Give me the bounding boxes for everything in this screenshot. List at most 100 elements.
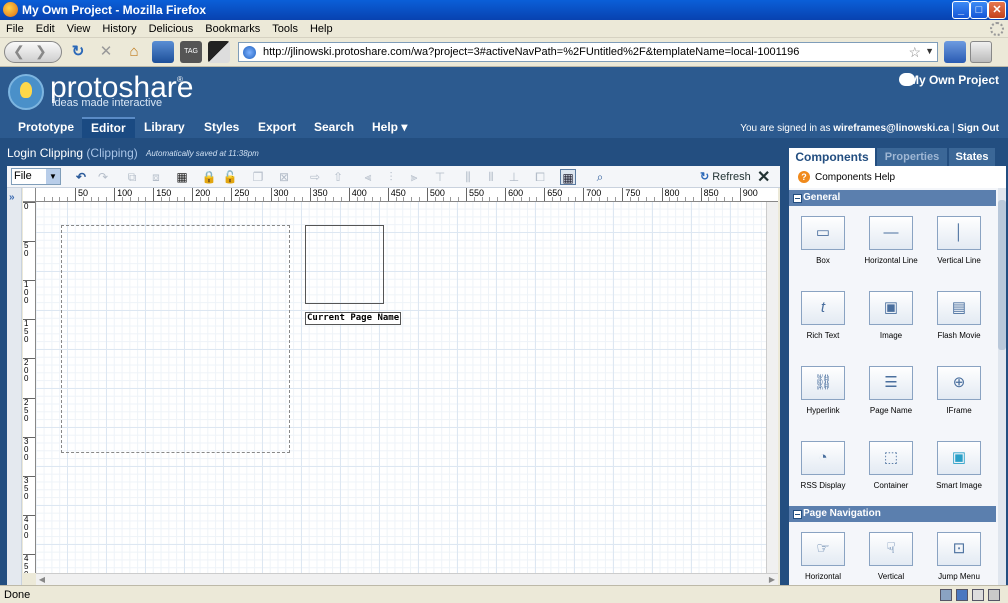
align-top-icon[interactable]: ⊤ xyxy=(432,169,448,185)
filmstrip-icon[interactable]: ▦ xyxy=(174,169,190,185)
chevron-down-icon[interactable]: ▼ xyxy=(46,169,60,184)
size-icon[interactable]: ⧠ xyxy=(532,169,548,185)
horizontal-ruler: 50 100 150 200 250 300 350 400 450 500 550 600 650 70… xyxy=(36,188,778,202)
component-hyperlink[interactable]: ⛓ Hyperlink xyxy=(789,366,857,415)
edit-icon[interactable] xyxy=(970,41,992,63)
component-iframe[interactable]: ⊕ IFrame xyxy=(925,366,993,415)
component-smart-image[interactable]: ▣ Smart Image xyxy=(925,441,993,490)
menu-delicious[interactable]: Delicious xyxy=(143,20,200,35)
component-image[interactable]: ▣ Image xyxy=(857,291,925,340)
close-window-button[interactable]: ✕ xyxy=(988,1,1006,19)
signed-in-info: You are signed in as wireframes@linowski… xyxy=(740,123,999,134)
clipping-region-box[interactable] xyxy=(61,225,290,453)
image-placeholder-box[interactable] xyxy=(305,225,384,304)
component-container[interactable]: ⬚ Container xyxy=(857,441,925,490)
menu-bookmarks[interactable]: Bookmarks xyxy=(199,20,266,35)
expand-chevron-icon[interactable]: » xyxy=(9,192,15,203)
tab-library[interactable]: Library xyxy=(135,117,194,138)
app-header: protoshare ® ideas made interactive My O… xyxy=(0,67,1008,117)
tab-properties[interactable]: Properties xyxy=(877,148,947,166)
file-select[interactable]: File ▼ xyxy=(11,168,61,185)
tab-export[interactable]: Export xyxy=(249,117,305,138)
minimize-button[interactable]: _ xyxy=(952,1,970,19)
tab-search[interactable]: Search xyxy=(305,117,363,138)
component-jump-menu[interactable]: ⊡ Jump Menu xyxy=(925,532,993,581)
screenshot-icon[interactable] xyxy=(208,41,230,63)
menu-view[interactable]: View xyxy=(61,20,97,35)
url-text[interactable]: http://jlinowski.protoshare.com/wa?proje… xyxy=(263,46,799,58)
group-icon[interactable]: ⧉ xyxy=(124,169,140,185)
maximize-button[interactable]: □ xyxy=(970,1,988,19)
section-page-navigation-header[interactable]: Page Navigation xyxy=(789,506,996,522)
component-flash-movie[interactable]: ▤ Flash Movie xyxy=(925,291,993,340)
component-rich-text[interactable]: t Rich Text xyxy=(789,291,857,340)
menu-history[interactable]: History xyxy=(96,20,142,35)
menu-edit[interactable]: Edit xyxy=(30,20,61,35)
design-canvas[interactable]: Current Page Name xyxy=(36,202,778,573)
close-editor-icon[interactable]: ✕ xyxy=(757,167,770,187)
logo-registered: ® xyxy=(177,75,183,84)
horizontal-line-icon: — xyxy=(869,216,913,250)
component-label: Jump Menu xyxy=(938,572,980,581)
section-general-header[interactable]: General xyxy=(789,190,996,206)
redo-icon[interactable]: ↷ xyxy=(95,169,111,185)
component-box[interactable]: ▭ Box xyxy=(789,216,857,265)
url-bar[interactable]: http://jlinowski.protoshare.com/wa?proje… xyxy=(238,42,938,62)
delicious-icon[interactable] xyxy=(152,41,174,63)
align-left-icon[interactable]: ⫷ xyxy=(360,169,376,185)
tab-help[interactable]: Help ▾ xyxy=(363,117,416,138)
unlock-icon[interactable]: 🔓 xyxy=(222,169,238,185)
menu-help[interactable]: Help xyxy=(304,20,339,35)
canvas-vertical-scrollbar[interactable] xyxy=(766,202,778,573)
layer-icon[interactable]: ❐ xyxy=(250,169,266,185)
rich-text-icon: t xyxy=(801,291,845,325)
component-horizontal-nav[interactable]: ☞ Horizontal xyxy=(789,532,857,581)
bookmark-star-icon[interactable]: ☆ xyxy=(908,44,921,61)
back-icon[interactable]: ❮ xyxy=(13,43,25,60)
panel-scroll-thumb[interactable] xyxy=(998,200,1006,350)
panel-scrollbar[interactable] xyxy=(998,188,1006,585)
component-page-name[interactable]: ☰ Page Name xyxy=(857,366,925,415)
distribute-v-icon[interactable]: ⦀ xyxy=(483,169,499,185)
ungroup-icon[interactable]: ⧈ xyxy=(148,169,164,185)
component-vertical-nav[interactable]: ☟ Vertical xyxy=(857,532,925,581)
component-horizontal-line[interactable]: — Horizontal Line xyxy=(857,216,925,265)
project-name[interactable]: My Own Project xyxy=(909,73,999,87)
tab-states[interactable]: States xyxy=(949,148,995,166)
preview-icon[interactable]: ⌕ xyxy=(592,169,608,185)
component-vertical-line[interactable]: │ Vertical Line xyxy=(925,216,993,265)
undo-icon[interactable]: ↶ xyxy=(73,169,89,185)
delete-layer-icon[interactable]: ⊠ xyxy=(276,169,292,185)
menu-tools[interactable]: Tools xyxy=(266,20,304,35)
scroll-right-icon[interactable]: ▶ xyxy=(766,574,778,585)
canvas-horizontal-scrollbar[interactable]: ◀ ▶ xyxy=(36,573,778,585)
component-rss-display[interactable]: ◔ RSS Display xyxy=(789,441,857,490)
components-help-link[interactable]: ? Components Help xyxy=(789,166,1006,188)
tab-styles[interactable]: Styles xyxy=(195,117,248,138)
user-email: wireframes@linowski.ca xyxy=(833,123,950,134)
grid-toggle-icon[interactable]: ▦ xyxy=(560,169,576,185)
components-help-label[interactable]: Components Help xyxy=(815,172,895,183)
bring-forward-icon[interactable]: ⇨ xyxy=(307,169,323,185)
lock-icon[interactable]: 🔒 xyxy=(201,169,217,185)
home-icon[interactable]: ⌂ xyxy=(124,42,144,62)
align-center-icon[interactable]: ⫶ xyxy=(383,169,399,185)
tab-editor[interactable]: Editor xyxy=(82,117,135,138)
tag-icon[interactable]: TAG xyxy=(180,41,202,63)
refresh-button[interactable]: ↻ Refresh xyxy=(700,170,751,183)
stop-icon[interactable]: ✕ xyxy=(96,42,116,62)
current-page-name-widget[interactable]: Current Page Name xyxy=(305,312,402,325)
align-right-icon[interactable]: ⫸ xyxy=(406,169,422,185)
tab-prototype[interactable]: Prototype xyxy=(9,117,83,138)
reload-icon[interactable]: ↻ xyxy=(68,42,88,62)
scroll-left-icon[interactable]: ◀ xyxy=(36,574,48,585)
distribute-h-icon[interactable]: ⫼ xyxy=(460,169,476,185)
url-dropdown-icon[interactable]: ▼ xyxy=(925,46,934,56)
sign-out-link[interactable]: Sign Out xyxy=(957,123,999,134)
align-bottom-icon[interactable]: ⊥ xyxy=(506,169,522,185)
tab-components[interactable]: Components xyxy=(789,148,875,167)
forward-icon[interactable]: ❯ xyxy=(35,43,47,60)
menu-file[interactable]: File xyxy=(0,20,30,35)
send-back-icon[interactable]: ⇧ xyxy=(330,169,346,185)
bookmarks-icon[interactable] xyxy=(944,41,966,63)
